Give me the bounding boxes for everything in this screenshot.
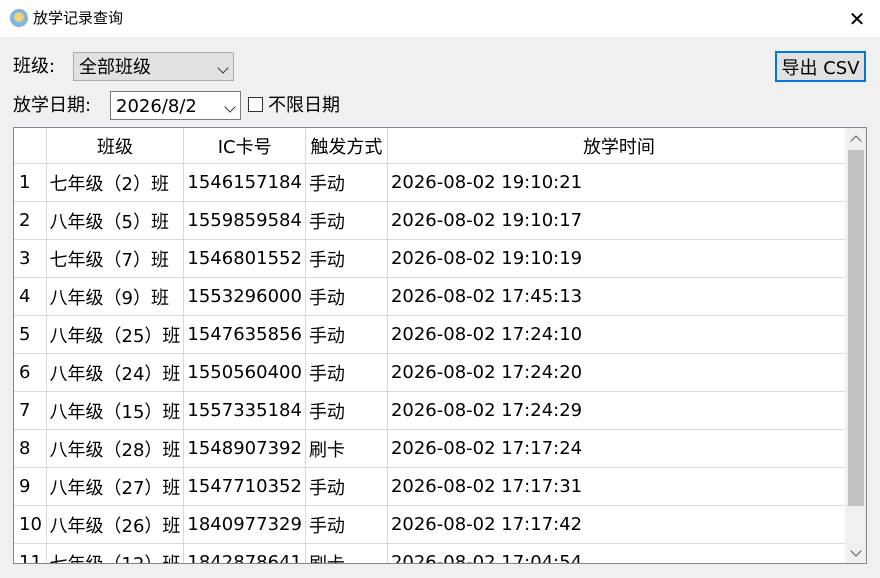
- class-cell: 八年级（24）班: [46, 353, 185, 392]
- time-cell: 2026-08-02 17:45:13: [387, 277, 851, 316]
- time-cell: 2026-08-02 19:10:19: [387, 239, 851, 278]
- card-number-cell: 1559859584: [183, 201, 306, 240]
- trigger-cell: 手动: [305, 467, 388, 506]
- date-filter-label: 放学日期:: [13, 95, 92, 116]
- time-cell: 2026-08-02 17:17:31: [387, 467, 851, 506]
- row-number-cell: 2: [14, 201, 47, 240]
- trigger-cell: 手动: [305, 391, 388, 430]
- class-cell: 八年级（28）班: [46, 429, 185, 468]
- table-row[interactable]: 4 八年级（9）班 1553296000 手动 2026-08-02 17:45:13: [14, 277, 851, 316]
- time-cell: 2026-08-02 17:04:54: [387, 543, 851, 563]
- row-number-cell: 10: [14, 505, 47, 544]
- card-number-cell: 1840977329: [183, 505, 306, 544]
- class-select-value: 全部班级: [79, 57, 151, 78]
- chevron-down-icon: [217, 62, 229, 74]
- row-number-cell: 11: [14, 543, 47, 563]
- row-number-cell: 4: [14, 277, 47, 316]
- trigger-cell: 手动: [305, 201, 388, 240]
- card-number-cell: 1548907392: [183, 429, 306, 468]
- chevron-down-icon: [849, 544, 862, 557]
- records-table: 班级 IC卡号 触发方式 放学时间 1 七年级（2）班 1546157184 手动 20…: [14, 128, 851, 563]
- trigger-cell: 手动: [305, 353, 388, 392]
- close-button[interactable]: ✕: [834, 0, 880, 37]
- row-number-cell: 9: [14, 467, 47, 506]
- time-cell: 2026-08-02 17:24:29: [387, 391, 851, 430]
- table-row[interactable]: 6 八年级（24）班 1550560400 手动 2026-08-02 17:24:20: [14, 353, 851, 392]
- class-cell: 七年级（7）班: [46, 239, 185, 278]
- time-cell: 2026-08-02 17:24:20: [387, 353, 851, 392]
- card-number-cell: 1550560400: [183, 353, 306, 392]
- time-cell: 2026-08-02 17:24:10: [387, 315, 851, 354]
- row-number-header: [14, 128, 47, 164]
- card-column-header[interactable]: IC卡号: [183, 128, 306, 164]
- card-number-cell: 1842878641: [183, 543, 306, 563]
- title-bar: 放学记录查询 ✕: [0, 0, 880, 37]
- window-title: 放学记录查询: [33, 9, 124, 27]
- class-cell: 八年级（5）班: [46, 201, 185, 240]
- card-number-cell: 1546801552: [183, 239, 306, 278]
- table-row[interactable]: 9 八年级（27）班 1547710352 手动 2026-08-02 17:17:31: [14, 467, 851, 506]
- table-row[interactable]: 5 八年级（25）班 1547635856 手动 2026-08-02 17:24:10: [14, 315, 851, 354]
- table-row[interactable]: 11 七年级（12）班 1842878641 刷卡 2026-08-02 17:04:5…: [14, 543, 851, 563]
- records-grid[interactable]: 班级 IC卡号 触发方式 放学时间 1 七年级（2）班 1546157184 手动 20…: [13, 127, 867, 564]
- table-row[interactable]: 10 八年级（26）班 1840977329 手动 2026-08-02 17:17:4…: [14, 505, 851, 544]
- trigger-cell: 手动: [305, 277, 388, 316]
- time-cell: 2026-08-02 19:10:17: [387, 201, 851, 240]
- card-number-cell: 1553296000: [183, 277, 306, 316]
- table-header-row: 班级 IC卡号 触发方式 放学时间: [14, 128, 851, 164]
- scroll-up-button[interactable]: [845, 128, 866, 149]
- row-number-cell: 6: [14, 353, 47, 392]
- date-picker[interactable]: 2026/8/2: [110, 91, 241, 120]
- app-logo-icon: [10, 9, 28, 27]
- no-date-limit-checkbox[interactable]: [248, 97, 263, 112]
- card-number-cell: 1547635856: [183, 315, 306, 354]
- trigger-cell: 手动: [305, 163, 388, 202]
- row-number-cell: 1: [14, 163, 47, 202]
- class-cell: 七年级（2）班: [46, 163, 185, 202]
- class-cell: 八年级（27）班: [46, 467, 185, 506]
- class-cell: 八年级（9）班: [46, 277, 185, 316]
- class-select[interactable]: 全部班级: [73, 52, 234, 81]
- row-number-cell: 7: [14, 391, 47, 430]
- card-number-cell: 1557335184: [183, 391, 306, 430]
- class-cell: 八年级（15）班: [46, 391, 185, 430]
- table-row[interactable]: 3 七年级（7）班 1546801552 手动 2026-08-02 19:10:19: [14, 239, 851, 278]
- vertical-scrollbar[interactable]: [845, 128, 866, 563]
- table-row[interactable]: 1 七年级（2）班 1546157184 手动 2026-08-02 19:10:21: [14, 163, 851, 202]
- time-cell: 2026-08-02 19:10:21: [387, 163, 851, 202]
- date-picker-value: 2026/8/2: [116, 96, 197, 117]
- trigger-column-header[interactable]: 触发方式: [305, 128, 388, 164]
- row-number-cell: 3: [14, 239, 47, 278]
- row-number-cell: 5: [14, 315, 47, 354]
- class-filter-label: 班级:: [13, 56, 56, 77]
- time-cell: 2026-08-02 17:17:42: [387, 505, 851, 544]
- trigger-cell: 手动: [305, 315, 388, 354]
- trigger-cell: 刷卡: [305, 543, 388, 563]
- trigger-cell: 手动: [305, 505, 388, 544]
- class-cell: 八年级（26）班: [46, 505, 185, 544]
- scroll-thumb[interactable]: [848, 150, 864, 506]
- scroll-down-button[interactable]: [845, 542, 866, 563]
- table-row[interactable]: 8 八年级（28）班 1548907392 刷卡 2026-08-02 17:17:24: [14, 429, 851, 468]
- time-column-header[interactable]: 放学时间: [387, 128, 851, 164]
- export-csv-button[interactable]: 导出 CSV: [775, 51, 866, 82]
- class-column-header[interactable]: 班级: [46, 128, 185, 164]
- chevron-up-icon: [849, 134, 862, 147]
- card-number-cell: 1547710352: [183, 467, 306, 506]
- table-row[interactable]: 2 八年级（5）班 1559859584 手动 2026-08-02 19:10:17: [14, 201, 851, 240]
- no-date-limit-label[interactable]: 不限日期: [268, 94, 340, 118]
- class-cell: 七年级（12）班: [46, 543, 185, 563]
- trigger-cell: 手动: [305, 239, 388, 278]
- card-number-cell: 1546157184: [183, 163, 306, 202]
- time-cell: 2026-08-02 17:17:24: [387, 429, 851, 468]
- trigger-cell: 刷卡: [305, 429, 388, 468]
- chevron-down-icon[interactable]: [224, 101, 236, 113]
- class-cell: 八年级（25）班: [46, 315, 185, 354]
- table-row[interactable]: 7 八年级（15）班 1557335184 手动 2026-08-02 17:24:29: [14, 391, 851, 430]
- row-number-cell: 8: [14, 429, 47, 468]
